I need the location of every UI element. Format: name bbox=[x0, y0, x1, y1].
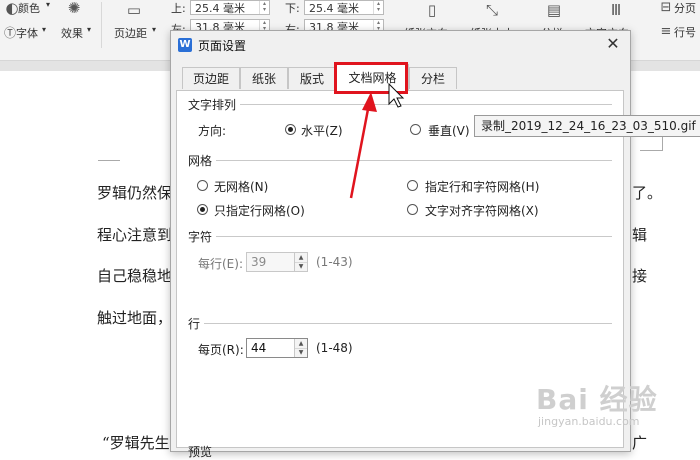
page-break-icon[interactable]: ⊟ bbox=[656, 0, 676, 17]
tab-paper[interactable]: 纸张 bbox=[240, 67, 288, 89]
text-arrangement-group-label: 文字排列 bbox=[188, 98, 237, 112]
line-and-char-grid-radio-label[interactable]: 指定行和字符网格(H) bbox=[425, 178, 539, 195]
grid-group-label: 网格 bbox=[188, 154, 213, 168]
horizontal-radio-label[interactable]: 水平(Z) bbox=[301, 122, 343, 139]
document-line[interactable]: 触过地面， bbox=[97, 307, 172, 328]
group-divider bbox=[204, 323, 612, 324]
margins-button[interactable]: 页边距 bbox=[114, 25, 147, 41]
tab-margins[interactable]: 页边距 bbox=[182, 67, 240, 89]
page-corner-mark bbox=[98, 150, 120, 161]
no-grid-radio[interactable] bbox=[197, 180, 208, 191]
line-numbers-icon[interactable]: ≡ bbox=[656, 21, 676, 41]
vertical-radio[interactable] bbox=[410, 124, 421, 135]
document-line[interactable]: 罗辑仍然保 bbox=[97, 182, 172, 203]
horizontal-radio[interactable] bbox=[285, 124, 296, 135]
tab-highlight-box bbox=[334, 62, 408, 94]
lines-per-page-label: 每页(R): bbox=[198, 343, 244, 357]
text-direction-icon[interactable]: Ⅲ bbox=[606, 0, 626, 20]
lines-per-page-input[interactable]: 44 ▲ ▼ bbox=[246, 338, 308, 358]
group-divider bbox=[240, 104, 612, 105]
lines-per-page-spinner[interactable]: ▲ ▼ bbox=[294, 339, 307, 357]
document-line-end[interactable]: 了。 bbox=[632, 182, 662, 203]
wps-logo-icon: W bbox=[178, 38, 192, 52]
spin-down-icon: ▼ bbox=[298, 263, 304, 270]
baidu-watermark-logo: Bai 经验 bbox=[536, 383, 658, 416]
snap-to-char-grid-radio[interactable] bbox=[407, 204, 418, 215]
font-dropdown-icon: ▾ bbox=[42, 25, 47, 34]
chars-per-line-spinner: ▲ ▼ bbox=[294, 253, 307, 271]
gif-filename-tooltip: 录制_2019_12_24_16_23_03_510.gif bbox=[474, 115, 700, 137]
paper-size-icon[interactable]: ⤡ bbox=[482, 0, 502, 20]
lines-range-label: (1-48) bbox=[316, 341, 353, 355]
no-grid-radio-label[interactable]: 无网格(N) bbox=[214, 178, 268, 195]
baidu-watermark: Bai 经验 jingyan.baidu.com bbox=[536, 378, 658, 428]
page-corner-mark-right bbox=[640, 136, 663, 151]
spin-down-icon[interactable]: ▼ bbox=[295, 348, 307, 357]
document-line[interactable]: 程心注意到 bbox=[97, 224, 172, 245]
top-margin-label: 上: bbox=[171, 2, 186, 15]
document-line-end[interactable]: 接 bbox=[632, 265, 647, 286]
tab-layout[interactable]: 版式 bbox=[288, 67, 336, 89]
group-divider bbox=[216, 236, 612, 237]
margins-dropdown-icon: ▾ bbox=[152, 25, 157, 34]
chars-range-label: (1-43) bbox=[316, 255, 353, 269]
orientation-icon[interactable]: ▯ bbox=[422, 0, 442, 20]
columns-icon[interactable]: ▤ bbox=[544, 0, 564, 20]
line-and-char-grid-radio[interactable] bbox=[407, 180, 418, 191]
close-button[interactable]: ✕ bbox=[601, 33, 625, 55]
effect-button[interactable]: 效果 bbox=[61, 25, 83, 41]
chars-per-line-input: 39 ▲ ▼ bbox=[246, 252, 308, 272]
line-numbers-button[interactable]: 行号 bbox=[674, 24, 696, 40]
vertical-radio-label[interactable]: 垂直(V) bbox=[428, 122, 470, 139]
effect-icon[interactable]: ✺ bbox=[64, 0, 84, 18]
page-break-button[interactable]: 分页 bbox=[674, 0, 696, 16]
preview-group-label: 预览 bbox=[188, 445, 213, 459]
chars-group-label: 字符 bbox=[188, 230, 213, 244]
baidu-watermark-url: jingyan.baidu.com bbox=[538, 415, 640, 428]
color-button[interactable]: 颜色 bbox=[18, 0, 40, 16]
top-margin-input[interactable]: 25.4 毫米 ▴ ▾ bbox=[190, 0, 270, 15]
snap-to-char-grid-radio-label[interactable]: 文字对齐字符网格(X) bbox=[425, 202, 539, 219]
margins-icon[interactable]: ▭ bbox=[124, 0, 144, 20]
tab-columns[interactable]: 分栏 bbox=[409, 67, 457, 89]
bottom-margin-label: 下: bbox=[285, 2, 300, 15]
chars-per-line-label: 每行(E): bbox=[198, 257, 243, 271]
font-button[interactable]: 字体 bbox=[16, 25, 38, 41]
effect-dropdown-icon: ▾ bbox=[87, 25, 92, 34]
dialog-title: 页面设置 bbox=[198, 39, 247, 53]
lines-group-label: 行 bbox=[188, 317, 201, 331]
document-line[interactable]: 自己稳稳地 bbox=[97, 265, 172, 286]
line-grid-only-radio[interactable] bbox=[197, 204, 208, 215]
color-dropdown-icon[interactable]: ▾ bbox=[46, 0, 50, 9]
direction-label: 方向: bbox=[198, 124, 227, 138]
ribbon-divider bbox=[101, 2, 102, 48]
document-line-end[interactable]: 辑 bbox=[632, 224, 647, 245]
bottom-margin-input[interactable]: 25.4 毫米 ▴ ▾ bbox=[304, 0, 384, 15]
group-divider bbox=[216, 160, 612, 161]
line-grid-only-radio-label[interactable]: 只指定行网格(O) bbox=[214, 202, 305, 219]
